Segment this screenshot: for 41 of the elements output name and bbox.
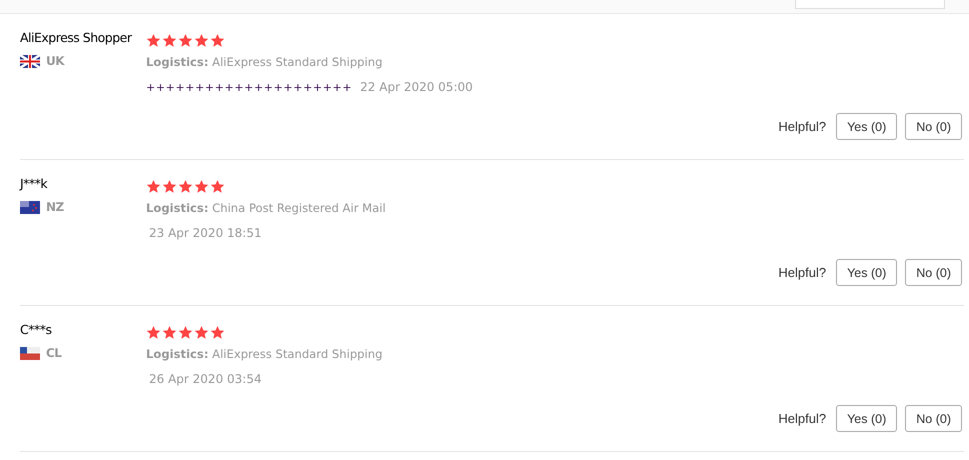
country-code: UK bbox=[46, 54, 64, 68]
select-field[interactable] bbox=[795, 0, 945, 9]
review-date: 22 Apr 2020 05:00 bbox=[360, 80, 473, 94]
no-button[interactable]: No (0) bbox=[905, 113, 962, 140]
reviewer-name: J***k bbox=[20, 175, 48, 193]
star-icon bbox=[162, 32, 177, 48]
helpful-label: Helpful? bbox=[778, 119, 826, 134]
logistics-text: Logistics: AliExpress Standard Shipping bbox=[146, 347, 382, 361]
helpful-label: Helpful? bbox=[778, 265, 826, 280]
flag-icon bbox=[20, 200, 40, 214]
star-icon bbox=[210, 178, 225, 194]
star-icon bbox=[146, 324, 161, 340]
star-icon bbox=[210, 324, 225, 340]
star-icon bbox=[194, 32, 209, 48]
helpful-label: Helpful? bbox=[778, 411, 826, 426]
reviewer-name: AliExpress Shopper bbox=[20, 29, 133, 47]
star-icon bbox=[146, 178, 161, 194]
review-date: 26 Apr 2020 03:54 bbox=[149, 372, 262, 386]
logistics-text: Logistics: AliExpress Standard Shipping bbox=[146, 55, 382, 69]
no-button[interactable]: No (0) bbox=[905, 259, 962, 286]
sku-text: +++++++++++++++++++++ bbox=[146, 80, 352, 94]
logistics-text: Logistics: China Post Registered Air Mail bbox=[146, 201, 386, 215]
yes-button[interactable]: Yes (0) bbox=[836, 405, 898, 432]
star-icon bbox=[162, 178, 177, 194]
star-icon bbox=[178, 178, 193, 194]
star-icon bbox=[210, 32, 225, 48]
star-icon bbox=[194, 178, 209, 194]
flag-icon bbox=[20, 346, 40, 360]
yes-button[interactable]: Yes (0) bbox=[836, 113, 898, 140]
review-date: 23 Apr 2020 18:51 bbox=[149, 226, 262, 240]
country-code: NZ bbox=[46, 200, 64, 214]
country-code: CL bbox=[46, 346, 62, 360]
star-icon bbox=[178, 32, 193, 48]
star-icon bbox=[178, 324, 193, 340]
star-icon bbox=[194, 324, 209, 340]
star-icon bbox=[146, 32, 161, 48]
yes-button[interactable]: Yes (0) bbox=[836, 259, 898, 286]
star-icon bbox=[162, 324, 177, 340]
no-button[interactable]: No (0) bbox=[905, 405, 962, 432]
flag-icon bbox=[20, 54, 40, 68]
reviewer-name: C***s bbox=[20, 321, 52, 339]
